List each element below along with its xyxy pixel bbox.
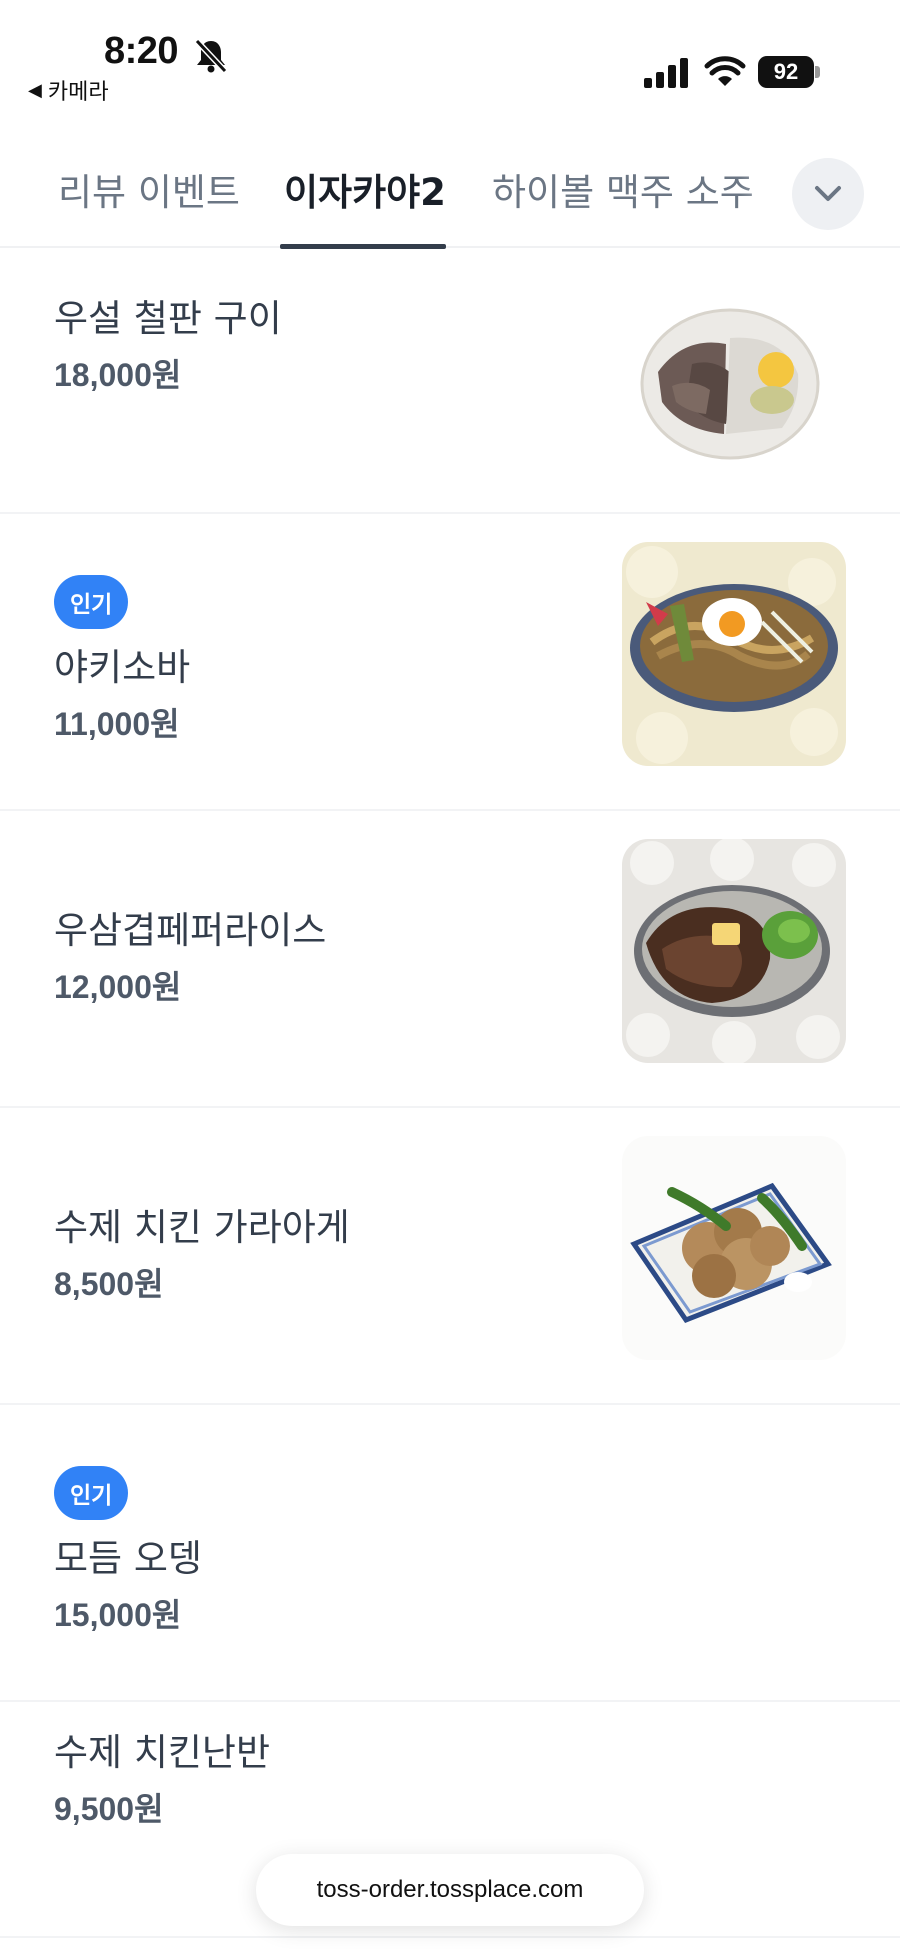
- status-bar: 8:20 ◀ 카메라 92: [0, 0, 900, 120]
- tab-highball-beer-soju[interactable]: 하이볼 맥주 소주: [492, 162, 754, 216]
- menu-item-name: 우설 철판 구이: [54, 297, 282, 340]
- status-time: 8:20: [104, 30, 179, 72]
- signal-icon: [644, 58, 688, 88]
- menu-item-price: 15,000원: [54, 1596, 182, 1633]
- menu-item-name: 수제 치킨 가라아게: [54, 1205, 350, 1249]
- back-app-label: 카메라: [47, 80, 109, 105]
- menu-item-price: 11,000원: [54, 705, 180, 742]
- url-bar[interactable]: toss-order.tossplace.com: [256, 1854, 644, 1926]
- battery-level: 92: [758, 56, 814, 88]
- menu-item[interactable]: 우설 철판 구이 18,000원: [0, 250, 900, 514]
- chevron-down-icon: [815, 186, 841, 201]
- menu-item-name: 모듬 오뎅: [54, 1536, 202, 1580]
- menu-item[interactable]: 우삼겹페퍼라이스 12,000원: [0, 811, 900, 1108]
- menu-item-price: 9,500원: [54, 1791, 164, 1827]
- back-to-camera-link[interactable]: ◀ 카메라: [28, 74, 109, 106]
- menu-item-name: 수제 치킨난반: [54, 1731, 271, 1774]
- active-tab-indicator: [280, 244, 446, 249]
- battery-icon: 92: [758, 56, 820, 88]
- menu-item-image: [622, 274, 846, 498]
- menu-item-image: [622, 839, 846, 1063]
- popular-badge: 인기: [54, 1465, 129, 1520]
- menu-item-name: 야키소바: [54, 645, 191, 689]
- tab-review-event[interactable]: 리뷰 이벤트: [58, 162, 240, 216]
- tab-izakaya2[interactable]: 이자카야2: [284, 162, 446, 216]
- wifi-icon: [704, 56, 746, 86]
- menu-item[interactable]: 인기 모듬 오뎅 15,000원: [0, 1405, 900, 1702]
- menu-item-name: 우삼겹페퍼라이스: [54, 908, 327, 952]
- menu-item-image: [622, 542, 846, 766]
- menu-list: 우설 철판 구이 18,000원 인기 야키소바 11,000원 우삼겹페퍼라이…: [0, 250, 900, 1938]
- menu-item[interactable]: 인기 야키소바 11,000원: [0, 514, 900, 811]
- back-arrow-icon: ◀: [28, 79, 42, 101]
- menu-item[interactable]: 수제 치킨 가라아게 8,500원: [0, 1108, 900, 1405]
- menu-item-price: 8,500원: [54, 1265, 164, 1302]
- menu-item-price: 18,000원: [54, 357, 182, 393]
- popular-badge: 인기: [54, 574, 129, 629]
- category-tabs: 리뷰 이벤트 이자카야2 하이볼 맥주 소주: [0, 140, 900, 249]
- menu-item-image: [622, 1136, 846, 1360]
- menu-item-price: 12,000원: [54, 968, 182, 1005]
- bell-slash-icon: [194, 38, 228, 74]
- category-more-button[interactable]: [792, 158, 864, 230]
